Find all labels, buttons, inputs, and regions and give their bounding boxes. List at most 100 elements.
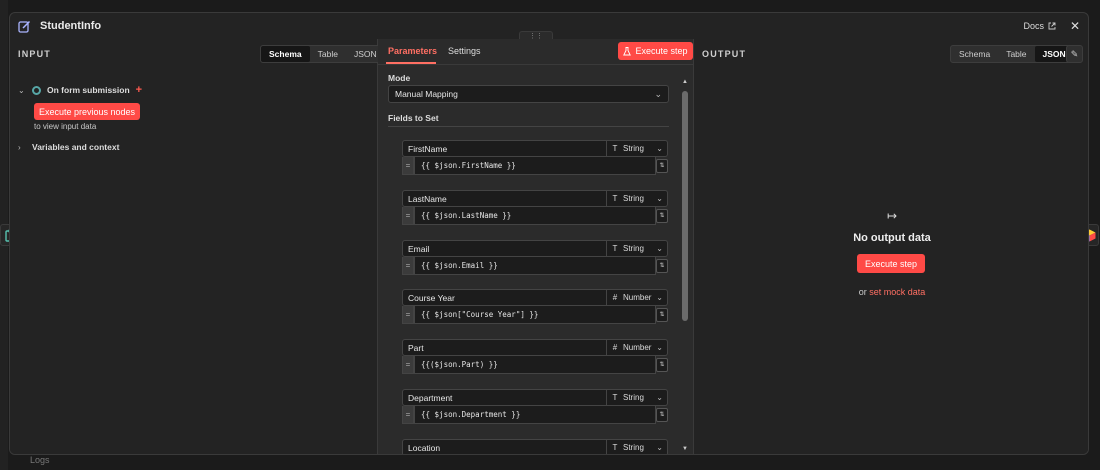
- field-name-input[interactable]: FirstName: [402, 140, 607, 157]
- expand-mapping-icon[interactable]: ⇅: [656, 308, 668, 323]
- type-icon: T: [612, 144, 618, 153]
- field-type-value: Number: [623, 343, 652, 353]
- plus-icon[interactable]: +: [136, 84, 142, 96]
- field-type-select[interactable]: # Number ⌄: [607, 339, 668, 357]
- mode-label: Mode: [388, 73, 411, 83]
- input-panel: INPUT Schema Table JSON ⌄ On form submis…: [10, 39, 386, 454]
- fields-to-set-label: Fields to Set: [388, 113, 439, 123]
- field-type-select[interactable]: T String ⌄: [607, 389, 668, 406]
- field-row: Department T String ⌄ = {{ $json.Departm…: [402, 389, 668, 425]
- node-title[interactable]: StudentInfo: [40, 20, 101, 32]
- expand-mapping-icon[interactable]: ⇅: [656, 208, 668, 223]
- edit-output-button[interactable]: ✎: [1066, 45, 1083, 63]
- chevron-down-icon: ⌄: [656, 144, 663, 153]
- output-execute-step-button[interactable]: Execute step: [857, 254, 925, 273]
- field-row: Location T String ⌄ = ⇅: [402, 438, 668, 454]
- or-label: or: [858, 287, 867, 297]
- mode-value: Manual Mapping: [395, 89, 458, 99]
- field-name-input[interactable]: Course Year: [402, 289, 607, 307]
- field-name-input[interactable]: Location: [402, 438, 607, 454]
- scroll-up-icon[interactable]: ▲: [681, 79, 689, 85]
- equals-icon: =: [402, 406, 414, 424]
- section-divider: [388, 126, 669, 127]
- tab-settings[interactable]: Settings: [448, 46, 481, 56]
- field-type-select[interactable]: T String ⌄: [607, 140, 668, 157]
- trigger-node-label: On form submission: [47, 85, 130, 95]
- execute-step-label: Execute step: [635, 46, 688, 56]
- docs-label: Docs: [1023, 21, 1044, 31]
- output-tab-schema[interactable]: Schema: [951, 46, 998, 62]
- output-tab-table[interactable]: Table: [998, 46, 1034, 62]
- mode-select[interactable]: Manual Mapping ⌄: [388, 85, 669, 103]
- scroll-thumb[interactable]: [682, 91, 688, 321]
- field-type-value: String: [623, 393, 644, 402]
- field-value-input[interactable]: {{ $json.FirstName }}: [414, 157, 656, 175]
- expand-mapping-icon[interactable]: ⇅: [656, 258, 668, 273]
- chevron-down-icon: ⌄: [656, 243, 663, 253]
- field-value-input[interactable]: {{ $json["Course Year"] }}: [414, 306, 656, 325]
- execute-previous-nodes-button[interactable]: Execute previous nodes: [34, 103, 140, 120]
- output-panel: OUTPUT Schema Table JSON ✎ ↦ No output d…: [694, 39, 1088, 454]
- flask-icon: [623, 46, 632, 55]
- field-row: Part # Number ⌄ = {{($json.Part) }} ⇅: [402, 339, 668, 375]
- input-panel-title: INPUT: [18, 49, 51, 59]
- field-type-value: Number: [623, 293, 652, 303]
- arrow-to-right-icon: ↦: [886, 209, 898, 223]
- field-type-select[interactable]: T String ⌄: [607, 189, 668, 207]
- chevron-down-icon: ⌄: [656, 343, 663, 353]
- input-hint: to view input data: [34, 122, 97, 131]
- field-type-select[interactable]: # Number ⌄: [607, 289, 668, 307]
- chevron-down-icon: ⌄: [656, 193, 663, 203]
- chevron-right-icon[interactable]: ›: [18, 143, 26, 152]
- parameters-tabs: Parameters Settings Execute step: [378, 39, 694, 65]
- execute-step-button[interactable]: Execute step: [618, 42, 693, 60]
- set-mock-data-link[interactable]: set mock data: [869, 287, 925, 297]
- field-value-input[interactable]: {{($json.Part) }}: [414, 356, 656, 375]
- equals-icon: =: [402, 306, 414, 325]
- edit-node-icon: [18, 19, 32, 33]
- field-type-value: String: [623, 442, 644, 452]
- tab-parameters[interactable]: Parameters: [388, 46, 437, 56]
- no-output-label: No output data: [853, 232, 931, 244]
- input-view-switcher: Schema Table JSON: [260, 45, 386, 63]
- external-link-icon: [1048, 22, 1056, 30]
- expand-mapping-icon[interactable]: ⇅: [656, 408, 668, 422]
- chevron-down-icon[interactable]: ⌄: [18, 86, 26, 95]
- field-row: Email T String ⌄ = {{ $json.Email }} ⇅: [402, 239, 668, 276]
- chevron-down-icon: ⌄: [656, 293, 663, 303]
- expand-mapping-icon[interactable]: ⇅: [656, 159, 668, 173]
- field-name-input[interactable]: Email: [402, 239, 607, 257]
- equals-icon: =: [402, 157, 414, 175]
- node-details-modal: StudentInfo Docs ✕ ⋮⋮ INPUT Schema Table…: [9, 12, 1089, 455]
- trigger-node-row[interactable]: ⌄ On form submission +: [18, 84, 142, 96]
- equals-icon: =: [402, 256, 414, 275]
- docs-link[interactable]: Docs: [1023, 21, 1056, 31]
- scroll-down-icon[interactable]: ▼: [681, 446, 689, 452]
- field-name-input[interactable]: Part: [402, 339, 607, 357]
- field-name-input[interactable]: LastName: [402, 189, 607, 207]
- type-icon: #: [612, 293, 618, 303]
- parameters-scrollbar[interactable]: ▲ ▼: [681, 79, 689, 454]
- field-value-input[interactable]: {{ $json.LastName }}: [414, 206, 656, 225]
- input-tab-schema[interactable]: Schema: [261, 46, 310, 62]
- variables-row[interactable]: › Variables and context: [18, 142, 119, 152]
- field-name-input[interactable]: Department: [402, 389, 607, 406]
- field-value-input[interactable]: {{ $json.Email }}: [414, 256, 656, 275]
- output-view-switcher: Schema Table JSON: [950, 45, 1075, 63]
- mock-data-line: or set mock data: [694, 287, 1088, 297]
- equals-icon: =: [402, 206, 414, 225]
- field-type-select[interactable]: T String ⌄: [607, 438, 668, 454]
- input-tab-table[interactable]: Table: [310, 46, 346, 62]
- equals-icon: =: [402, 356, 414, 375]
- form-trigger-icon: [32, 85, 41, 95]
- type-icon: #: [612, 343, 618, 353]
- field-row: LastName T String ⌄ = {{ $json.LastName …: [402, 189, 668, 226]
- background-logs-label: Logs: [30, 455, 50, 465]
- close-icon[interactable]: ✕: [1068, 19, 1082, 33]
- field-type-select[interactable]: T String ⌄: [607, 239, 668, 257]
- field-value-input[interactable]: {{ $json.Department }}: [414, 406, 656, 424]
- chevron-down-icon: ⌄: [656, 393, 663, 402]
- field-row: Course Year # Number ⌄ = {{ $json["Cours…: [402, 289, 668, 325]
- expand-mapping-icon[interactable]: ⇅: [656, 358, 668, 373]
- field-type-value: String: [623, 243, 644, 253]
